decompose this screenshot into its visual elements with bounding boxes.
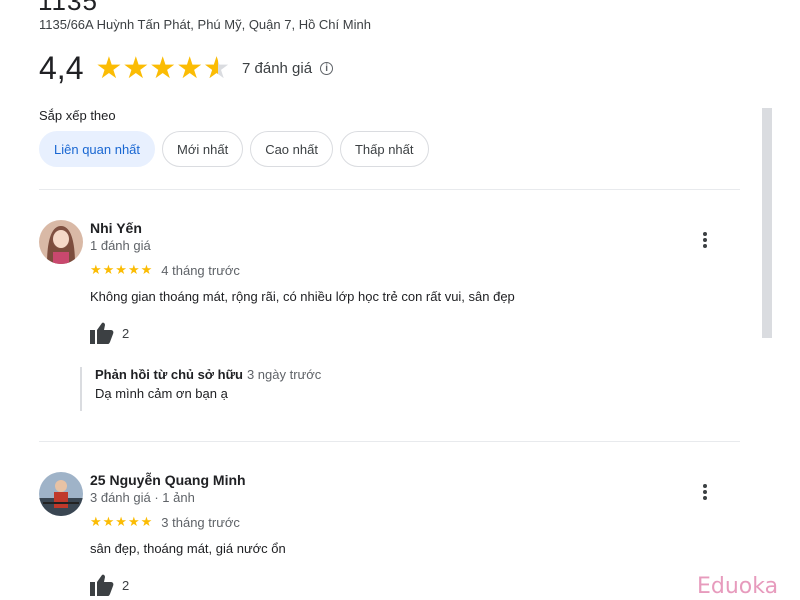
review-card: 25 Nguyễn Quang Minh 3 đánh giá · 1 ảnh … bbox=[39, 472, 739, 600]
avatar[interactable] bbox=[39, 220, 83, 264]
sort-chip-relevant[interactable]: Liên quan nhất bbox=[39, 131, 156, 167]
thumbs-up-icon bbox=[90, 322, 114, 344]
reviewer-name[interactable]: 25 Nguyễn Quang Minh bbox=[90, 472, 246, 488]
sort-chip-lowest[interactable]: Thấp nhất bbox=[339, 131, 429, 167]
divider bbox=[39, 441, 740, 442]
sort-label: Sắp xếp theo bbox=[39, 108, 116, 123]
sort-chip-highest[interactable]: Cao nhất bbox=[250, 131, 333, 167]
star-icon: ★ bbox=[95, 51, 123, 85]
owner-reply: Phản hồi từ chủ sở hữu 3 ngày trước Dạ mì… bbox=[80, 367, 321, 411]
watermark-logo: Eduoka bbox=[697, 574, 779, 599]
star-icon: ★ bbox=[122, 51, 150, 85]
star-icon: ★ bbox=[176, 51, 204, 85]
like-count: 2 bbox=[122, 325, 130, 341]
info-icon[interactable]: i bbox=[320, 62, 334, 75]
reviewer-meta: 1 đánh giá bbox=[90, 238, 151, 253]
more-options-icon[interactable] bbox=[699, 482, 711, 502]
place-address: 1135/66A Huỳnh Tấn Phát, Phú Mỹ, Quận 7,… bbox=[39, 17, 371, 32]
star-icon: ★ bbox=[149, 51, 177, 85]
avatar[interactable] bbox=[39, 472, 83, 516]
review-count[interactable]: 7 đánh giá bbox=[242, 60, 312, 77]
review-text: sân đẹp, thoáng mát, giá nước ổn bbox=[90, 541, 286, 556]
reviewer-meta: 3 đánh giá · 1 ảnh bbox=[90, 490, 195, 505]
owner-reply-label: Phản hồi từ chủ sở hữu bbox=[95, 367, 243, 382]
owner-reply-date: 3 ngày trước bbox=[246, 367, 322, 382]
half-star-icon: ★ bbox=[203, 53, 230, 84]
review-stars: ★★★★★ bbox=[90, 514, 154, 529]
like-count: 2 bbox=[122, 577, 130, 593]
sort-chip-newest[interactable]: Mới nhất bbox=[162, 131, 244, 167]
like-button[interactable]: 2 bbox=[90, 322, 129, 344]
rating-stars: ★ ★ ★ ★ ★ bbox=[95, 51, 230, 85]
more-options-icon[interactable] bbox=[699, 230, 711, 250]
review-text: Không gian thoáng mát, rộng rãi, có nhiề… bbox=[90, 289, 515, 304]
review-date: 3 tháng trước bbox=[161, 514, 240, 530]
review-rating: ★★★★★ 3 tháng trước bbox=[90, 514, 240, 530]
thumbs-up-icon bbox=[90, 574, 114, 596]
rating-score: 4,4 bbox=[39, 50, 84, 86]
scrollbar[interactable] bbox=[762, 108, 772, 338]
review-stars: ★★★★★ bbox=[90, 262, 154, 277]
review-card: Nhi Yến 1 đánh giá ★★★★★ 4 tháng trước K… bbox=[39, 220, 739, 420]
sort-chips: Liên quan nhất Mới nhất Cao nhất Thấp nh… bbox=[39, 131, 429, 167]
like-button[interactable]: 2 bbox=[90, 574, 129, 596]
rating-summary: 4,4 ★ ★ ★ ★ ★ 7 đánh giá i bbox=[39, 50, 334, 87]
review-rating: ★★★★★ 4 tháng trước bbox=[90, 262, 240, 278]
owner-reply-text: Dạ mình cảm ơn bạn ạ bbox=[95, 386, 228, 401]
divider bbox=[39, 189, 740, 190]
reviewer-name[interactable]: Nhi Yến bbox=[90, 220, 142, 236]
place-title: 1135 bbox=[38, 0, 98, 16]
review-date: 4 tháng trước bbox=[161, 262, 240, 278]
